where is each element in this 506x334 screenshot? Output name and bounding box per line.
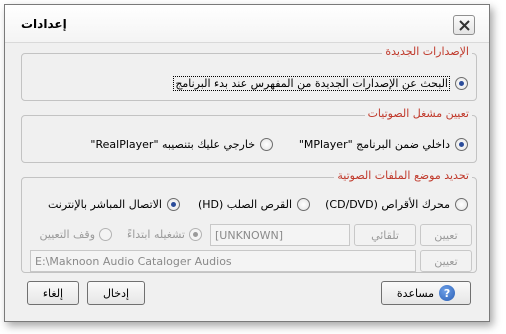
check-on-start-option[interactable]: البحث عن الإصدارات الجديدة من المفهرس عن… [173,76,468,91]
internet-label: الاتصال المباشر بالإنترنت [48,198,162,211]
external-player-option[interactable]: خارجي عليك بتنصيبه "RealPlayer" [90,138,273,151]
run-initially-label: تشغيله ابتداءً [127,228,185,241]
help-icon: ? [439,285,456,301]
close-icon [459,20,470,31]
cd-dvd-option[interactable]: محرك الأقراص (CD/DVD) [325,198,468,211]
hard-disk-option[interactable]: القرص الصلب (HD) [198,198,310,211]
new-versions-group: الإصدارات الجديدة البحث عن الإصدارات الج… [21,45,477,101]
audio-player-legend: تعيين مشغل الصوتيات [364,107,472,120]
audio-location-legend: تحديد موضع الملفات الصوتية [334,169,472,182]
title-bar: إعدادات [5,5,489,43]
path-field[interactable]: E:\Maknoon Audio Cataloger Audios [30,250,416,272]
hard-disk-label: القرص الصلب (HD) [197,198,292,211]
enter-button[interactable]: إدخال [87,281,145,305]
settings-dialog: إعدادات الإصدارات الجديدة البحث عن الإصد… [4,4,490,322]
audio-location-group: تحديد موضع الملفات الصوتية محرك الأقراص … [21,169,477,273]
internet-radio[interactable] [167,198,180,211]
set-path-button[interactable]: تعيين [420,250,472,272]
run-initially-option[interactable]: تشغيله ابتداءً [127,228,202,241]
run-initially-radio[interactable] [189,228,202,241]
hard-disk-radio[interactable] [297,198,310,211]
help-label: مساعدة [396,286,435,300]
auto-button[interactable]: تلقائي [354,224,416,246]
internet-option[interactable]: الاتصال المباشر بالإنترنت [48,198,180,211]
close-button[interactable] [453,15,475,35]
stop-assign-label: وقف التعيين [39,228,96,241]
drive-field[interactable]: [UNKNOWN] [210,224,350,246]
internal-player-option[interactable]: داخلي ضمن البرنامج "MPlayer" [299,138,468,151]
check-on-start-radio[interactable] [455,77,468,90]
dialog-title: إعدادات [21,17,67,31]
cd-dvd-label: محرك الأقراص (CD/DVD) [325,198,450,211]
internal-player-radio[interactable] [455,138,468,151]
internal-player-label: داخلي ضمن البرنامج "MPlayer" [298,138,450,151]
external-player-radio[interactable] [260,138,273,151]
cd-dvd-radio[interactable] [455,198,468,211]
external-player-label: خارجي عليك بتنصيبه "RealPlayer" [90,138,255,151]
audio-player-group: تعيين مشغل الصوتيات داخلي ضمن البرنامج "… [21,107,477,163]
stop-assign-option[interactable]: وقف التعيين [39,228,112,241]
help-button[interactable]: مساعدة ? [381,281,471,305]
stop-assign-radio[interactable] [99,228,112,241]
set-drive-button[interactable]: تعيين [420,224,472,246]
new-versions-legend: الإصدارات الجديدة [382,45,472,58]
cancel-button[interactable]: إلغاء [27,281,79,305]
check-on-start-label: البحث عن الإصدارات الجديدة من المفهرس عن… [173,76,450,91]
